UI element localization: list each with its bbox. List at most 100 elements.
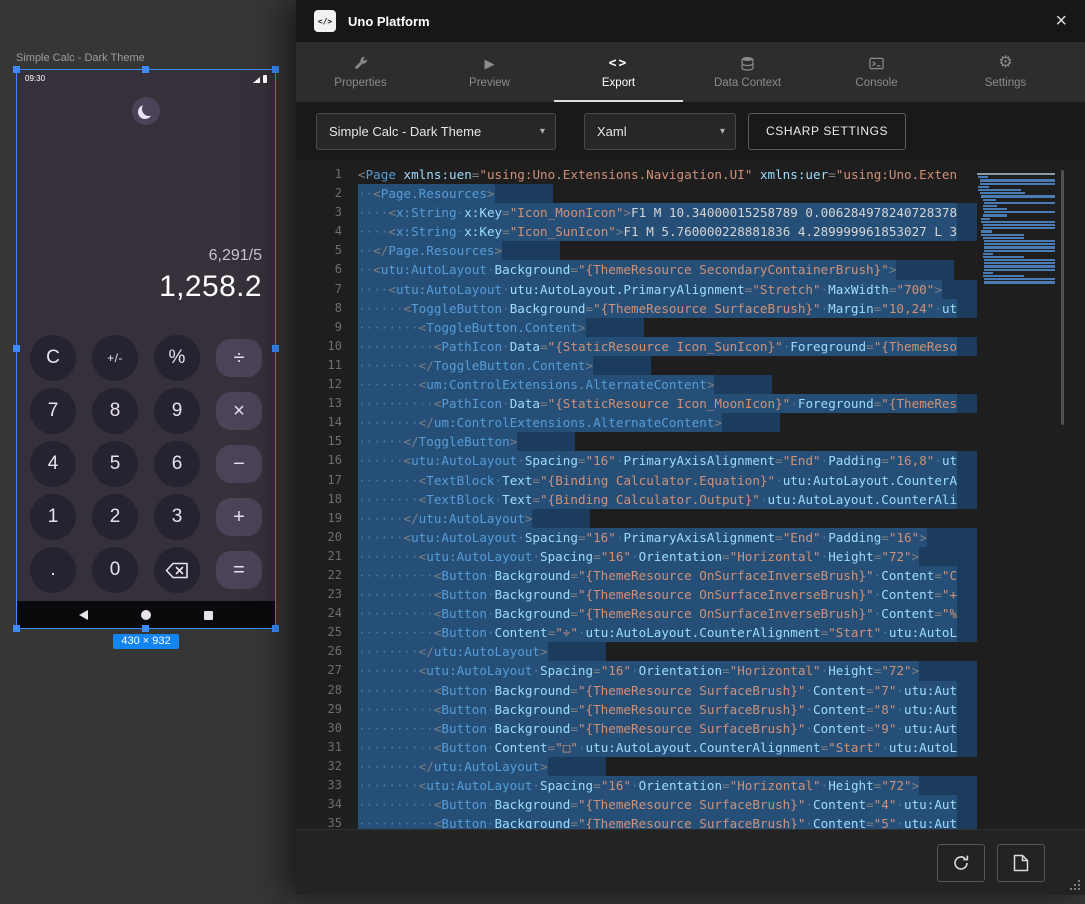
code-line[interactable]: 21········<utu:AutoLayout·Spacing="16"·O… xyxy=(296,547,977,566)
key-8[interactable]: 8 xyxy=(92,388,138,434)
key-%[interactable]: % xyxy=(154,335,200,381)
code-line[interactable]: 25··········<Button·Content="÷"·utu:Auto… xyxy=(296,623,977,642)
line-number: 34 xyxy=(296,795,358,814)
tab-console[interactable]: Console xyxy=(812,42,941,102)
key-.[interactable]: . xyxy=(30,547,76,593)
code-line[interactable]: 19······</utu:AutoLayout> xyxy=(296,509,977,528)
selection-tail xyxy=(919,547,977,566)
code-line[interactable]: 15······</ToggleButton> xyxy=(296,432,977,451)
code-line[interactable]: 1<Page xmlns:uen="using:Uno.Extensions.N… xyxy=(296,165,977,184)
code-line[interactable]: 24··········<Button·Background="{ThemeRe… xyxy=(296,604,977,623)
code-line[interactable]: 34··········<Button·Background="{ThemeRe… xyxy=(296,795,977,814)
nav-back-icon[interactable] xyxy=(79,610,88,620)
code-line[interactable]: 10··········<PathIcon·Data="{StaticResou… xyxy=(296,337,977,356)
code-editor[interactable]: 1<Page xmlns:uen="using:Uno.Extensions.N… xyxy=(296,160,977,829)
tab-settings[interactable]: ⚙Settings xyxy=(941,42,1070,102)
key-5[interactable]: 5 xyxy=(92,441,138,487)
key-7[interactable]: 7 xyxy=(30,388,76,434)
line-number: 1 xyxy=(296,165,358,184)
code-line[interactable]: 32········</utu:AutoLayout> xyxy=(296,757,977,776)
format-select[interactable]: Xaml ▾ xyxy=(584,113,736,150)
page-select[interactable]: Simple Calc - Dark Theme ▾ xyxy=(316,113,556,150)
code-line[interactable]: 22··········<Button·Background="{ThemeRe… xyxy=(296,566,977,585)
minimap[interactable] xyxy=(977,173,1057,285)
nav-recents-icon[interactable] xyxy=(204,611,213,620)
code-line[interactable]: 6··<utu:AutoLayout·Background="{ThemeRes… xyxy=(296,260,977,279)
key-÷[interactable]: ÷ xyxy=(216,339,262,377)
line-number: 6 xyxy=(296,260,358,279)
code-line[interactable]: 13··········<PathIcon·Data="{StaticResou… xyxy=(296,394,977,413)
theme-toggle-button[interactable] xyxy=(132,97,160,125)
code-line[interactable]: 8······<ToggleButton·Background="{ThemeR… xyxy=(296,299,977,318)
code-line[interactable]: 26········</utu:AutoLayout> xyxy=(296,642,977,661)
code-line[interactable]: 28··········<Button·Background="{ThemeRe… xyxy=(296,681,977,700)
key-4[interactable]: 4 xyxy=(30,441,76,487)
key-C[interactable]: C xyxy=(30,335,76,381)
csharp-settings-button[interactable]: CSHARP SETTINGS xyxy=(748,113,906,150)
nav-home-icon[interactable] xyxy=(141,610,151,620)
line-number: 35 xyxy=(296,814,358,829)
code-line[interactable]: 23··········<Button·Background="{ThemeRe… xyxy=(296,585,977,604)
line-number: 33 xyxy=(296,776,358,795)
key-−[interactable]: − xyxy=(216,445,262,483)
minimap-line xyxy=(984,262,1055,264)
code-line[interactable]: 18········<TextBlock·Text="{Binding Calc… xyxy=(296,490,977,509)
code-line[interactable]: 5··</Page.Resources> xyxy=(296,241,977,260)
code-line[interactable]: 17········<TextBlock·Text="{Binding Calc… xyxy=(296,471,977,490)
bottom-bar xyxy=(296,829,1085,895)
scrollbar-thumb[interactable] xyxy=(1061,170,1064,425)
tab-properties[interactable]: Properties xyxy=(296,42,425,102)
export-file-button[interactable] xyxy=(997,844,1045,882)
key-+[interactable]: + xyxy=(216,498,262,536)
code-line[interactable]: 12········<um:ControlExtensions.Alternat… xyxy=(296,375,977,394)
key-2[interactable]: 2 xyxy=(92,494,138,540)
line-number: 22 xyxy=(296,566,358,585)
key-=[interactable]: = xyxy=(216,551,262,589)
key-3[interactable]: 3 xyxy=(154,494,200,540)
code-line[interactable]: 14········</um:ControlExtensions.Alterna… xyxy=(296,413,977,432)
tab-export[interactable]: <>Export xyxy=(554,42,683,102)
resize-grip-icon[interactable] xyxy=(1066,876,1082,892)
key-×[interactable]: × xyxy=(216,392,262,430)
artboard-size: 430 × 932 xyxy=(16,634,276,649)
calculator-display: 6,291/5 1,258.2 xyxy=(159,247,262,304)
status-icons xyxy=(253,75,267,83)
phone-preview[interactable]: 09:30 6,291/5 1,258.2 C+/-%÷789×456−123+… xyxy=(16,69,276,629)
tab-data-context[interactable]: Data Context xyxy=(683,42,812,102)
code-line[interactable]: 35··········<Button·Background="{ThemeRe… xyxy=(296,814,977,829)
code-line[interactable]: 16······<utu:AutoLayout·Spacing="16"·Pri… xyxy=(296,451,977,470)
line-number: 23 xyxy=(296,585,358,604)
line-number: 7 xyxy=(296,280,358,299)
key-backspace-icon[interactable] xyxy=(154,547,200,593)
code-line[interactable]: 11········</ToggleButton.Content> xyxy=(296,356,977,375)
code-line[interactable]: 9········<ToggleButton.Content> xyxy=(296,318,977,337)
code-line[interactable]: 31··········<Button·Content="□"·utu:Auto… xyxy=(296,738,977,757)
keypad: C +/-% ÷ 789 × 456− 123 +. 0 = xyxy=(30,335,262,593)
tab-preview[interactable]: ▶Preview xyxy=(425,42,554,102)
minimap-line xyxy=(981,195,1055,197)
code-line[interactable]: 29··········<Button·Background="{ThemeRe… xyxy=(296,700,977,719)
code-line[interactable]: 27········<utu:AutoLayout·Spacing="16"·O… xyxy=(296,661,977,680)
selection-tail xyxy=(957,719,977,738)
refresh-button[interactable] xyxy=(937,844,985,882)
code-line[interactable]: 30··········<Button·Background="{ThemeRe… xyxy=(296,719,977,738)
code-line[interactable]: 7····<utu:AutoLayout·utu:AutoLayout.Prim… xyxy=(296,280,977,299)
minimap-line xyxy=(981,221,1055,223)
code-line[interactable]: 20······<utu:AutoLayout·Spacing="16"·Pri… xyxy=(296,528,977,547)
code-line[interactable]: 33········<utu:AutoLayout·Spacing="16"·O… xyxy=(296,776,977,795)
key-+/-[interactable]: +/- xyxy=(92,335,138,381)
key-6[interactable]: 6 xyxy=(154,441,200,487)
selection-tail xyxy=(957,623,977,642)
key-9[interactable]: 9 xyxy=(154,388,200,434)
code-line[interactable]: 2··<Page.Resources> xyxy=(296,184,977,203)
code-line[interactable]: 3····<x:String·x:Key="Icon_MoonIcon">F1 … xyxy=(296,203,977,222)
console-icon xyxy=(869,55,884,71)
minimap-line xyxy=(984,281,1055,283)
key-1[interactable]: 1 xyxy=(30,494,76,540)
code-line[interactable]: 4····<x:String·x:Key="Icon_SunIcon">F1 M… xyxy=(296,222,977,241)
page-select-value: Simple Calc - Dark Theme xyxy=(329,124,481,139)
minimap-line xyxy=(981,218,990,220)
close-icon[interactable]: × xyxy=(1055,11,1067,31)
minimap-line xyxy=(984,243,1055,245)
key-0[interactable]: 0 xyxy=(92,547,138,593)
